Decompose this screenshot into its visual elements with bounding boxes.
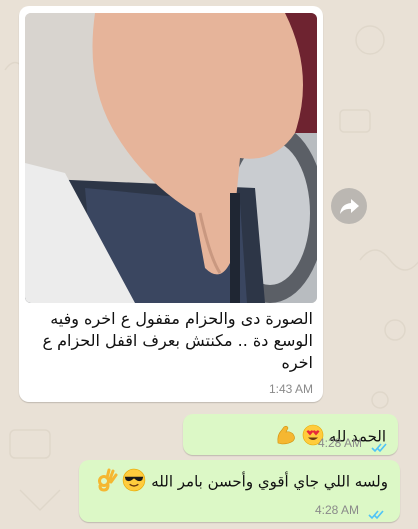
photo-thumbnail — [25, 13, 317, 303]
message-photo[interactable] — [25, 13, 317, 303]
read-ticks-icon — [368, 505, 386, 524]
message-time: 4:28 AM — [315, 503, 360, 517]
forward-button[interactable] — [331, 188, 367, 224]
read-ticks-icon — [371, 438, 389, 457]
sunglasses-emoji — [122, 468, 146, 496]
incoming-image-message[interactable]: الصورة دى والحزام مقفول ع اخره وفيه الوس… — [19, 6, 323, 402]
forward-icon — [340, 199, 359, 214]
outgoing-message[interactable]: ولسه اللي جاي أقوي وأحسن بامر الله 4:28 … — [79, 460, 400, 522]
outgoing-message[interactable]: الحمد لله 4:28 AM — [183, 414, 398, 455]
flexed-biceps-emoji — [275, 424, 297, 450]
message-time: 1:43 AM — [268, 382, 313, 396]
ok-hand-emoji — [96, 468, 118, 496]
message-text: ولسه اللي جاي أقوي وأحسن بامر الله — [151, 472, 388, 491]
message-time: 4:28 AM — [318, 436, 363, 450]
message-body: ولسه اللي جاي أقوي وأحسن بامر الله — [96, 468, 388, 496]
message-caption: الصورة دى والحزام مقفول ع اخره وفيه الوس… — [42, 309, 313, 372]
